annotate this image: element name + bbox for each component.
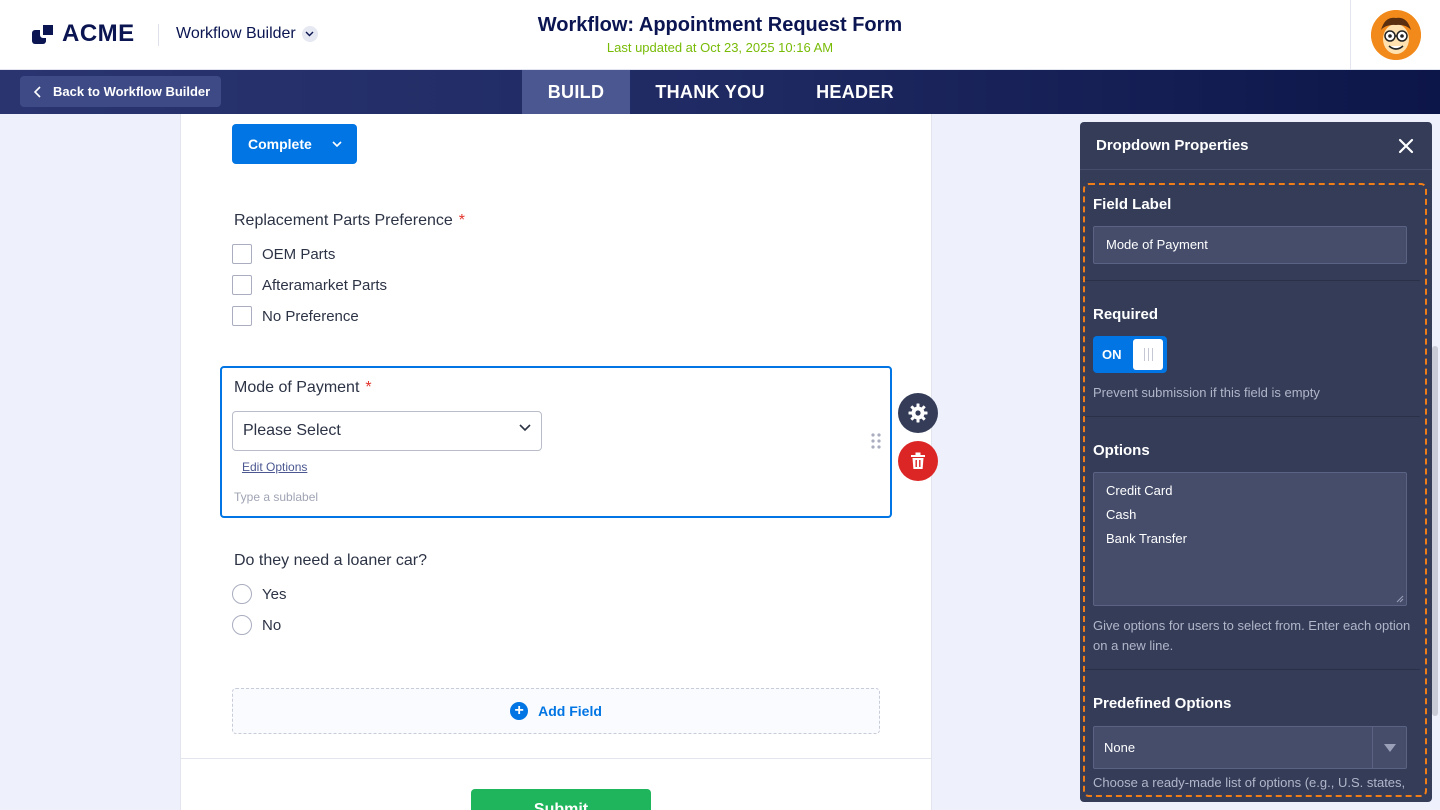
checkbox[interactable] — [232, 244, 252, 264]
checkbox[interactable] — [232, 275, 252, 295]
top-header: ACME Workflow Builder Workflow: Appointm… — [0, 0, 1440, 70]
sublabel-input[interactable]: Type a sublabel — [234, 490, 318, 504]
required-help-text: Prevent submission if this field is empt… — [1093, 385, 1320, 400]
chevron-down-icon — [301, 26, 318, 42]
builder-navbar: Back to Workflow Builder BUILD THANK YOU… — [0, 70, 1440, 114]
required-asterisk: * — [365, 379, 372, 396]
gear-icon — [908, 403, 928, 423]
trash-icon — [911, 452, 925, 469]
required-toggle[interactable]: ON — [1093, 336, 1167, 373]
field-label-heading: Field Label — [1093, 196, 1172, 213]
payment-label-text: Mode of Payment — [234, 379, 360, 396]
predefined-help-text: Choose a ready-made list of options (e.g… — [1093, 775, 1406, 797]
builder-tabs: BUILD THANK YOU HEADER — [522, 70, 920, 114]
section-divider — [1082, 280, 1420, 281]
tab-header[interactable]: HEADER — [790, 70, 920, 114]
section-divider — [1082, 416, 1420, 417]
tab-thank-you[interactable]: THANK YOU — [630, 70, 790, 114]
checkbox-label: Afteramarket Parts — [262, 276, 388, 294]
header-divider — [158, 24, 159, 46]
radio-button[interactable] — [232, 584, 252, 604]
last-updated-text: Last updated at Oct 23, 2025 10:16 AM — [606, 40, 834, 55]
radio-option-yes[interactable]: Yes — [232, 584, 286, 604]
toggle-state-label: ON — [1102, 347, 1122, 362]
payment-select-value: Please Select — [243, 422, 341, 439]
option-line: Bank Transfer — [1106, 531, 1187, 546]
chevron-down-icon — [332, 141, 342, 147]
predefined-options-heading: Predefined Options — [1093, 695, 1232, 712]
section-divider — [1082, 669, 1420, 670]
required-asterisk: * — [458, 212, 466, 229]
status-dropdown-button[interactable]: Complete — [232, 124, 357, 164]
payment-field-label[interactable]: Mode of Payment * — [234, 379, 372, 397]
checkbox-option-oem[interactable]: OEM Parts — [232, 244, 335, 264]
toggle-knob — [1133, 339, 1163, 370]
acme-logo-icon — [32, 22, 58, 46]
parts-label-text: Replacement Parts Preference — [234, 212, 453, 229]
predefined-help-clip: Choose a ready-made list of options (e.g… — [1093, 773, 1413, 797]
radio-label: Yes — [262, 585, 287, 603]
checkbox-option-no-preference[interactable]: No Preference — [232, 306, 359, 326]
delete-field-button[interactable] — [898, 441, 938, 481]
page-title-block: Workflow: Appointment Request Form Last … — [470, 14, 970, 55]
radio-button[interactable] — [232, 615, 252, 635]
add-field-button[interactable]: + Add Field — [232, 688, 880, 734]
checkbox-label: No Preference — [262, 307, 359, 325]
radio-label: No — [262, 616, 282, 634]
field-label-input[interactable]: Mode of Payment — [1093, 226, 1407, 264]
tab-build[interactable]: BUILD — [522, 70, 630, 114]
page-title: Workflow: Appointment Request Form — [537, 14, 903, 36]
options-help-text: Give options for users to select from. E… — [1093, 618, 1411, 653]
account-area — [1350, 0, 1440, 70]
caret-down-icon — [1372, 727, 1406, 768]
checkbox-option-aftermarket[interactable]: Afteramarket Parts — [232, 275, 387, 295]
acme-logo[interactable]: ACME — [32, 20, 135, 48]
back-button-label: Back to Workflow Builder — [53, 84, 211, 99]
option-line: Cash — [1106, 507, 1137, 522]
field-settings-button[interactable] — [898, 393, 938, 433]
radio-option-no[interactable]: No — [232, 615, 281, 635]
status-button-label: Complete — [248, 136, 312, 152]
edit-options-link[interactable]: Edit Options — [242, 460, 307, 474]
option-line: Credit Card — [1106, 483, 1173, 498]
drag-handle-icon[interactable] — [870, 433, 882, 449]
options-heading: Options — [1093, 442, 1150, 459]
parts-field-label: Replacement Parts Preference * — [234, 212, 465, 230]
submit-button[interactable]: Submit — [471, 789, 651, 810]
chevron-left-icon — [34, 85, 41, 98]
back-to-builder-button[interactable]: Back to Workflow Builder — [20, 76, 221, 107]
app-switcher-label: Workflow Builder — [176, 25, 296, 42]
plus-circle-icon: + — [510, 702, 529, 720]
payment-select[interactable]: Please Select — [232, 411, 542, 451]
avatar-cartoon-icon — [1370, 10, 1421, 60]
predefined-options-value: None — [1104, 740, 1136, 755]
panel-title: Dropdown Properties — [1096, 137, 1249, 154]
required-heading: Required — [1093, 306, 1159, 323]
checkbox-label: OEM Parts — [262, 245, 336, 263]
panel-header: Dropdown Properties — [1080, 122, 1432, 170]
page-scrollbar[interactable] — [1432, 346, 1438, 716]
loaner-field-label: Do they need a loaner car? — [234, 552, 428, 569]
chevron-down-icon — [519, 424, 531, 432]
logo-text: ACME — [62, 20, 135, 47]
resize-grip-icon[interactable] — [1396, 595, 1404, 603]
checkbox[interactable] — [232, 306, 252, 326]
app-switcher[interactable]: Workflow Builder — [176, 25, 318, 43]
form-divider — [180, 758, 932, 759]
predefined-options-select[interactable]: None — [1093, 726, 1407, 769]
close-icon[interactable] — [1396, 136, 1416, 156]
avatar[interactable] — [1370, 10, 1421, 60]
add-field-label: Add Field — [538, 703, 602, 719]
